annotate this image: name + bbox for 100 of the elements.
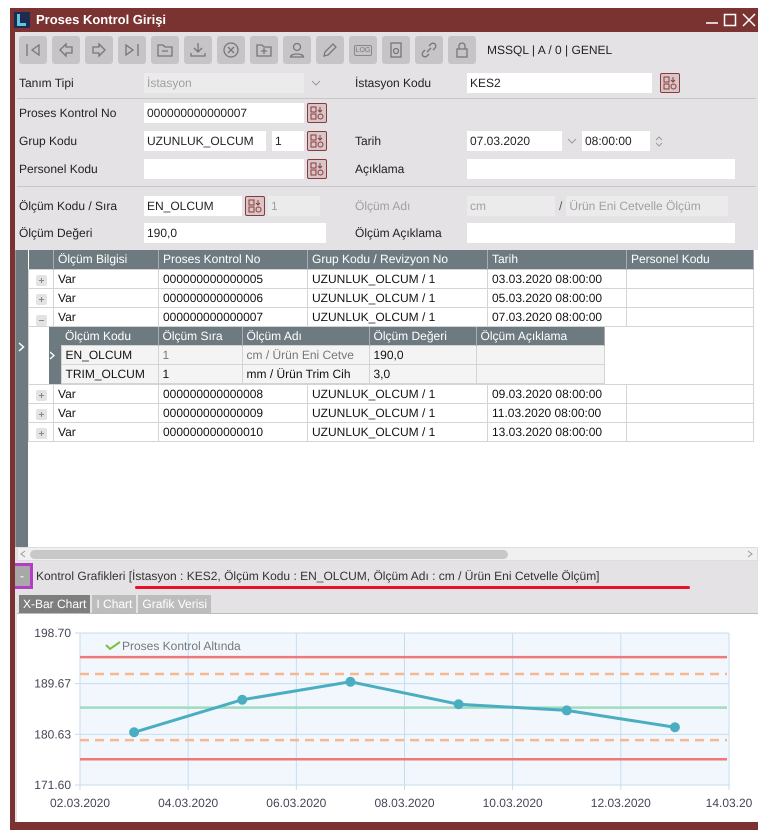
table-cell: 1 xyxy=(158,346,242,364)
download-button[interactable] xyxy=(184,36,212,64)
field-label: Tanım Tipi xyxy=(19,76,74,90)
lookup-button[interactable] xyxy=(307,131,327,151)
table-cell: Var xyxy=(54,404,158,422)
lookup-icon xyxy=(310,134,324,148)
field-label: Ölçüm Açıklama xyxy=(355,226,442,240)
input-field[interactable]: 07.03.2020 xyxy=(467,131,562,151)
column-header[interactable]: Grup Kodu / Revizyon No xyxy=(308,250,488,269)
spinner-icon xyxy=(653,135,665,147)
expand-row-button[interactable] xyxy=(36,294,46,304)
column-header[interactable]: Personel Kodu xyxy=(626,250,754,269)
table-cell: Var xyxy=(54,384,158,404)
table-cell: cm / Ürün Eni Cetve xyxy=(242,346,369,364)
table-cell: UZUNLUK_OLCUM / 1 xyxy=(308,307,488,326)
person-button[interactable] xyxy=(283,36,311,64)
expand-row-button[interactable] xyxy=(36,428,46,439)
x-tick-label: 02.03.2020 xyxy=(50,796,110,810)
section-title: Kontrol Grafikleri [İstasyon : KES2, Ölçüm Kodu : EN_OLCUM, Ölçüm Adı : cm / Ürün Eni Cetvelle Ölçüm] xyxy=(36,568,600,585)
pencil-button[interactable] xyxy=(316,36,344,64)
field-label: Personel Kodu xyxy=(19,162,98,176)
input-field[interactable]: EN_OLCUM xyxy=(144,196,242,216)
table-cell: 000000000000008 xyxy=(158,384,308,404)
data-point[interactable] xyxy=(345,676,356,687)
table-cell: 000000000000006 xyxy=(158,288,308,307)
x-tick-label: 12.03.2020 xyxy=(590,796,651,810)
lookup-button[interactable] xyxy=(660,73,680,93)
x-tick-label: 06.03.2020 xyxy=(266,796,326,810)
table-cell: UZUNLUK_OLCUM / 1 xyxy=(308,384,488,404)
table-cell: Var xyxy=(54,269,158,288)
expand-row-button[interactable] xyxy=(36,274,46,286)
table-cell: 3,0 xyxy=(369,364,476,384)
field-label: Ölçüm Kodu / Sıra xyxy=(19,198,118,212)
folder-minus-button[interactable] xyxy=(151,36,179,64)
column-header[interactable]: Ölçüm Değeri xyxy=(369,326,476,346)
table-cell: 03.03.2020 08:00:00 xyxy=(488,269,626,288)
expand-row-button[interactable] xyxy=(36,409,46,420)
folder-plus-button[interactable] xyxy=(250,36,278,64)
column-header[interactable]: Ölçüm Sıra xyxy=(158,326,242,346)
scrollbar-thumb[interactable] xyxy=(30,550,508,558)
scroll-right-icon xyxy=(745,549,755,559)
y-tick-label: 189.67 xyxy=(34,676,71,691)
last-record-button[interactable] xyxy=(118,36,146,64)
row-expander-icon xyxy=(18,342,25,352)
lookup-button[interactable] xyxy=(307,159,327,179)
collapse-button[interactable]: - xyxy=(15,563,33,589)
data-point[interactable] xyxy=(454,699,464,710)
field-label: Tarih xyxy=(355,134,382,148)
field-label: Ölçüm Değeri xyxy=(19,226,92,240)
next-record-button[interactable] xyxy=(85,36,113,64)
lookup-icon xyxy=(310,106,324,120)
lookup-icon xyxy=(663,76,677,90)
input-field[interactable] xyxy=(467,159,735,179)
input-field[interactable]: 000000000000007 xyxy=(144,103,304,123)
collapse-row-button[interactable] xyxy=(36,314,46,326)
document-button[interactable] xyxy=(382,36,410,64)
connection-info: MSSQL | A / 0 | GENEL xyxy=(487,42,612,59)
scroll-left-icon xyxy=(18,549,28,559)
lock-button[interactable] xyxy=(448,36,476,64)
table-cell: 13.03.2020 08:00:00 xyxy=(488,422,626,442)
input-field[interactable]: KES2 xyxy=(467,73,652,93)
column-header[interactable]: Tarih xyxy=(488,250,626,269)
column-header[interactable]: Ölçüm Bilgisi xyxy=(54,250,158,269)
input-field[interactable]: UZUNLUK_OLCUM xyxy=(144,131,266,151)
table-cell: UZUNLUK_OLCUM / 1 xyxy=(308,422,488,442)
data-point[interactable] xyxy=(562,705,572,716)
row-header-cell[interactable] xyxy=(49,364,61,384)
row-indicator-icon xyxy=(49,350,55,360)
table-cell: 000000000000010 xyxy=(158,422,308,442)
data-point[interactable] xyxy=(129,727,140,738)
horizontal-scrollbar[interactable] xyxy=(17,547,758,561)
data-point[interactable] xyxy=(237,694,248,705)
input-field[interactable]: 08:00:00 xyxy=(582,131,650,151)
y-tick-label: 171.60 xyxy=(34,778,71,792)
plus-icon xyxy=(38,431,44,436)
link-button[interactable] xyxy=(415,36,443,64)
table-cell: UZUNLUK_OLCUM / 1 xyxy=(308,269,488,288)
table-cell: 09.03.2020 08:00:00 xyxy=(488,384,626,404)
chart-tab[interactable]: X-Bar Chart xyxy=(19,595,90,613)
plus-icon xyxy=(38,412,44,417)
input-field[interactable]: 1 xyxy=(272,131,304,151)
input-field[interactable] xyxy=(467,223,735,243)
column-header[interactable]: Ölçüm Kodu xyxy=(61,326,158,346)
column-header[interactable]: Proses Kontrol No xyxy=(158,250,308,269)
column-header[interactable]: Ölçüm Açıklama xyxy=(476,326,604,346)
lookup-button[interactable] xyxy=(307,103,327,123)
column-header[interactable]: Ölçüm Adı xyxy=(242,326,369,346)
input-field[interactable] xyxy=(144,159,304,179)
expand-row-button[interactable] xyxy=(36,390,46,401)
table-cell: Var xyxy=(54,288,158,307)
chart-annotation: Proses Kontrol Altında xyxy=(122,639,241,653)
first-record-button[interactable] xyxy=(19,36,47,64)
cancel-icon xyxy=(221,40,241,60)
lookup-button[interactable] xyxy=(245,196,265,216)
table-cell: UZUNLUK_OLCUM / 1 xyxy=(308,288,488,307)
cancel-button[interactable] xyxy=(217,36,245,64)
table-cell: 000000000000005 xyxy=(158,269,308,288)
input-field[interactable]: 190,0 xyxy=(144,223,326,243)
data-point[interactable] xyxy=(670,722,680,732)
previous-record-button[interactable] xyxy=(52,36,80,64)
